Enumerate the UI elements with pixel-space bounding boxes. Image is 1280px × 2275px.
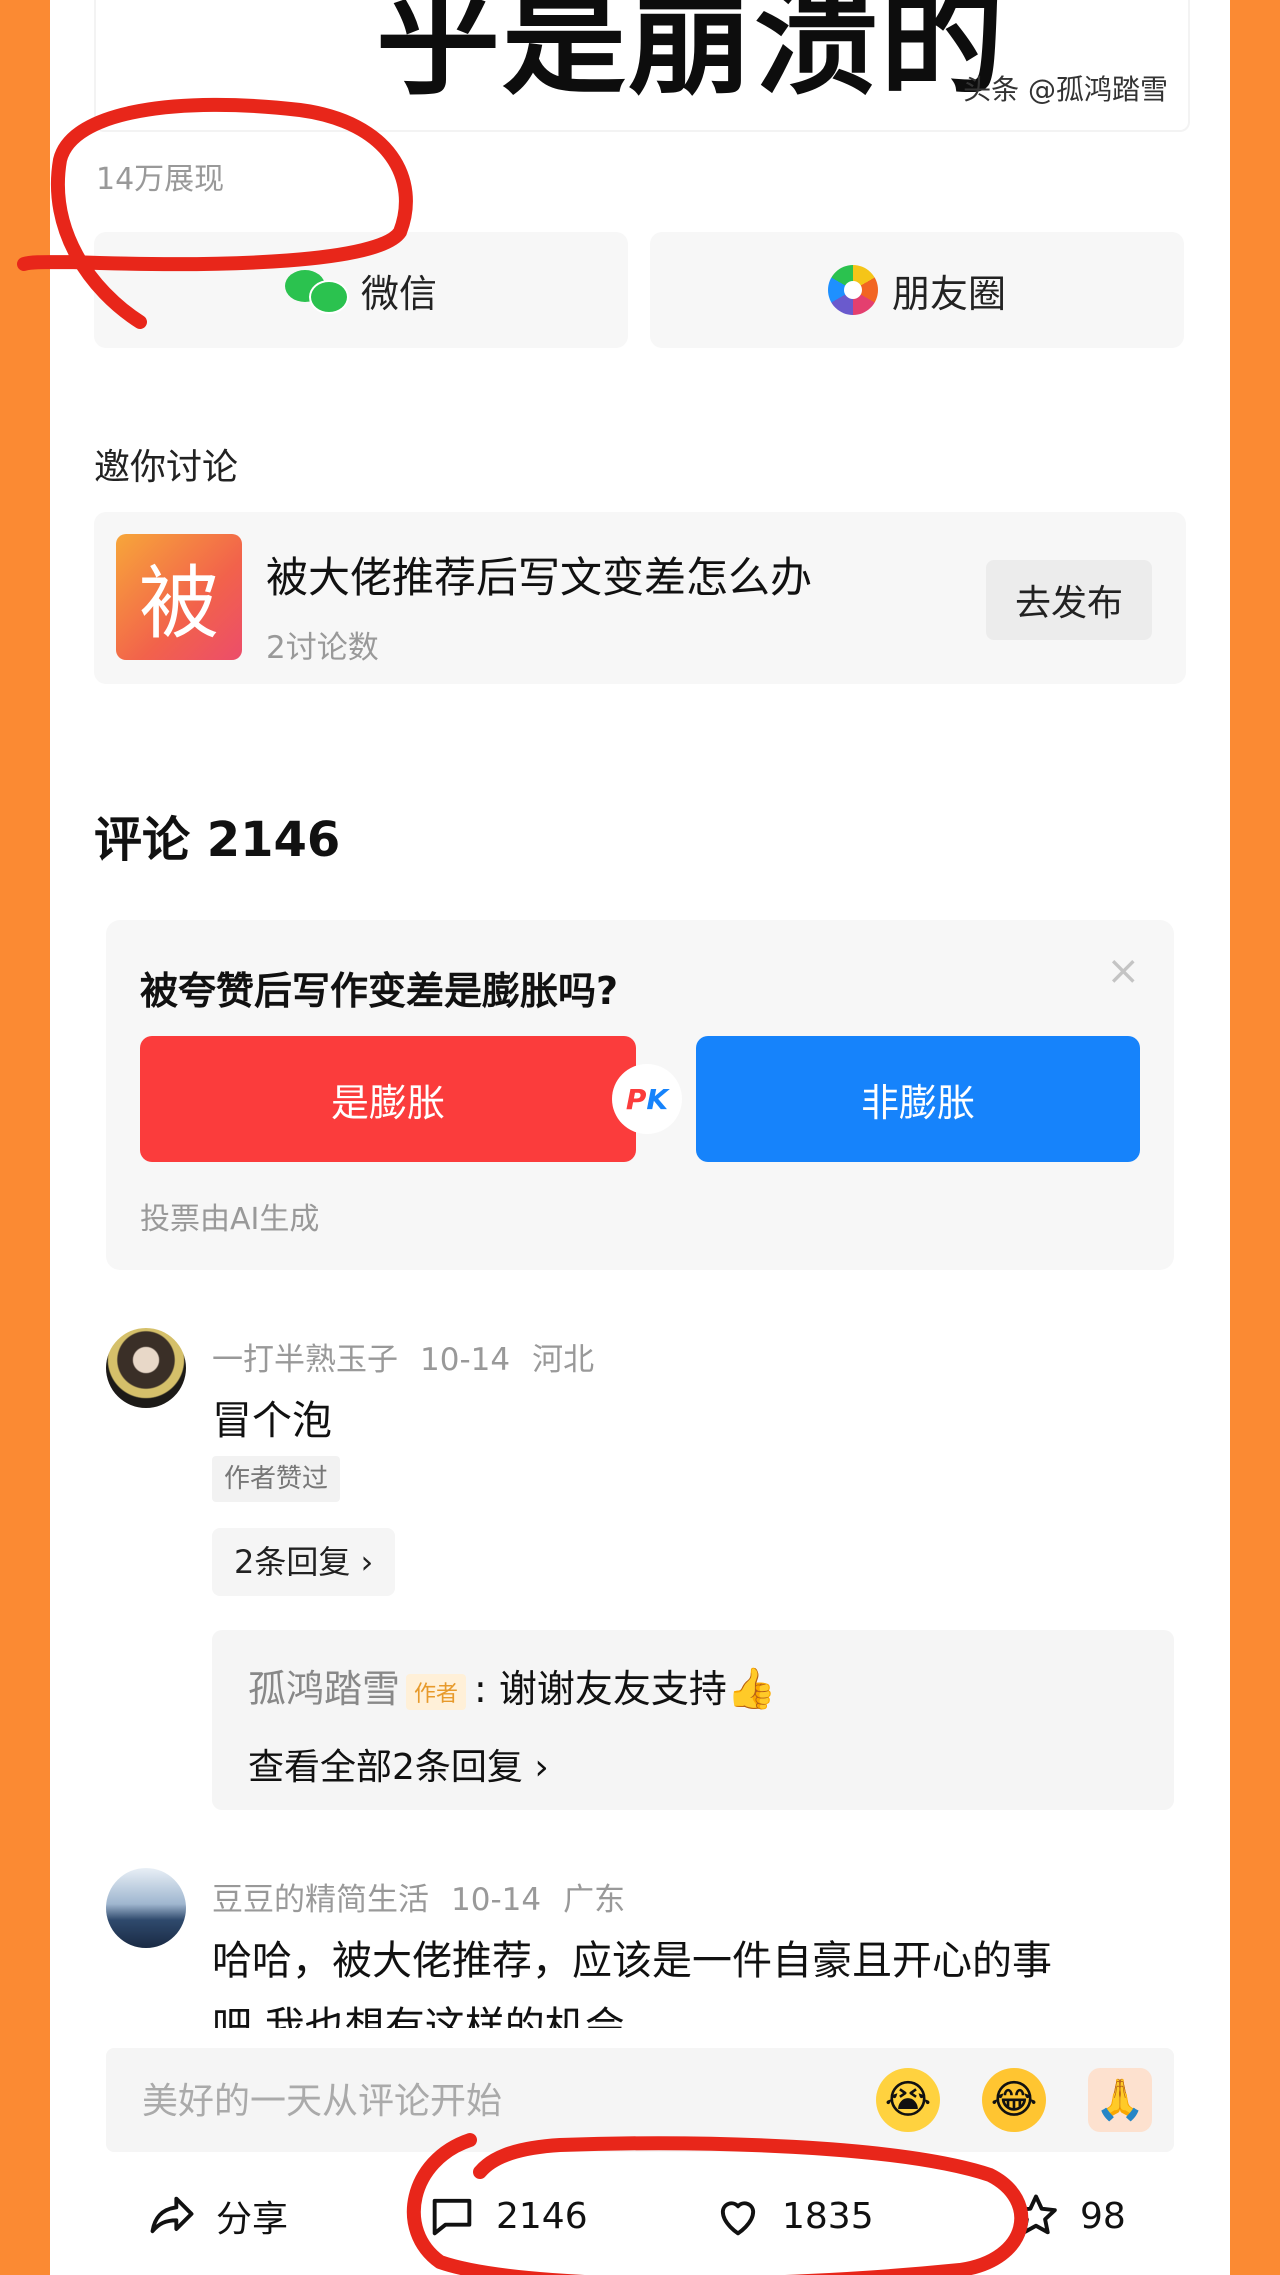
app-screen: 乎是崩溃的 头条 @孤鸿踏雪 14万展现 微信 朋友圈 邀你讨论 被 被大佬推荐… [50,0,1230,2275]
avatar[interactable] [106,1868,186,1948]
pk-badge: PK [612,1064,682,1134]
vote-card: 被夸赞后写作变差是膨胀吗? × 是膨胀 非膨胀 PK 投票由AI生成 [106,920,1174,1270]
laughing-emoji-icon[interactable]: 😂 [982,2068,1046,2132]
comment-date: 10-14 [451,1882,542,1918]
publish-button[interactable]: 去发布 [986,560,1152,640]
invite-discussion-label: 邀你讨论 [94,447,239,488]
favorite-count: 98 [1080,2195,1126,2237]
comment-location: 河北 [532,1342,595,1378]
cover-watermark: 头条 @孤鸿踏雪 [963,73,1168,106]
thumbs-up-icon: 👍 [726,1666,777,1712]
comment-text: 哈哈，被大佬推荐，应该是一件自豪且开心的事 [212,1938,1052,1984]
share-moments-button[interactable]: 朋友圈 [650,232,1184,348]
vote-question: 被夸赞后写作变差是膨胀吗? [140,969,619,1013]
like-button[interactable]: 1835 [712,2180,874,2252]
cover-title: 乎是崩溃的 [376,0,1007,112]
share-wechat-button[interactable]: 微信 [94,232,628,348]
topic-thumbnail: 被 [116,534,242,660]
avatar[interactable] [106,1328,186,1408]
share-moments-label: 朋友圈 [891,271,1006,316]
reply-line: 孤鸿踏雪 作者: 谢谢友友支持👍 [248,1658,777,1713]
comment-username[interactable]: 豆豆的精简生活 [212,1882,429,1918]
comments-header: 评论 2146 [94,812,341,868]
comments-button[interactable]: 2146 [426,2180,588,2252]
replies-button[interactable]: 2条回复 › [212,1528,396,1596]
vote-ai-note: 投票由AI生成 [140,1202,320,1237]
author-liked-tag: 作者赞过 [212,1456,341,1502]
topic-title[interactable]: 被大佬推荐后写文变差怎么办 [266,544,812,605]
article-cover-image: 乎是崩溃的 头条 @孤鸿踏雪 [94,0,1190,132]
moments-icon [827,265,878,315]
comment-input-bar: 😭 😂 🙏 [106,2048,1174,2152]
comment-date: 10-14 [420,1342,511,1378]
like-count: 1835 [782,2195,874,2237]
wechat-icon [284,268,349,314]
reply-text: : 谢谢友友支持 [474,1667,727,1711]
comment-icon [432,2198,472,2236]
discussion-topic-card[interactable]: 被 被大佬推荐后写文变差怎么办 2讨论数 去发布 [94,512,1186,684]
share-icon [150,2196,194,2234]
comment-count: 2146 [496,2195,588,2237]
close-icon[interactable]: × [1106,948,1140,994]
author-badge: 作者 [406,1673,467,1710]
share-wechat-label: 微信 [360,271,437,316]
impressions-count: 14万展现 [96,162,225,197]
crying-emoji-icon[interactable]: 😭 [876,2068,940,2132]
comment-username[interactable]: 一打半熟玉子 [212,1342,398,1378]
reply-preview[interactable]: 孤鸿踏雪 作者: 谢谢友友支持👍 查看全部2条回复 › [212,1630,1174,1810]
view-all-replies-link[interactable]: 查看全部2条回复 › [248,1738,549,1790]
comment-meta: 豆豆的精简生活 10-14 广东 [212,1874,625,1919]
share-label: 分享 [216,2199,289,2240]
star-icon [1015,2194,1057,2235]
favorite-button[interactable]: 98 [1010,2180,1126,2252]
comment-text-continued: 吧 我也想有这样的机会 [212,2004,625,2028]
comment-text: 冒个泡 [212,1398,332,1444]
vote-yes-button[interactable]: 是膨胀 [140,1036,636,1162]
vote-no-button[interactable]: 非膨胀 [696,1036,1140,1162]
topic-discussion-count: 2讨论数 [266,630,379,666]
reply-author[interactable]: 孤鸿踏雪 [248,1667,400,1711]
comment-location: 广东 [563,1882,626,1918]
heart-icon [720,2201,756,2236]
share-button[interactable]: 分享 [146,2180,288,2252]
comment-input[interactable] [140,2070,784,2132]
comment-meta: 一打半熟玉子 10-14 河北 [212,1334,594,1379]
praying-hands-emoji-icon[interactable]: 🙏 [1088,2068,1152,2132]
